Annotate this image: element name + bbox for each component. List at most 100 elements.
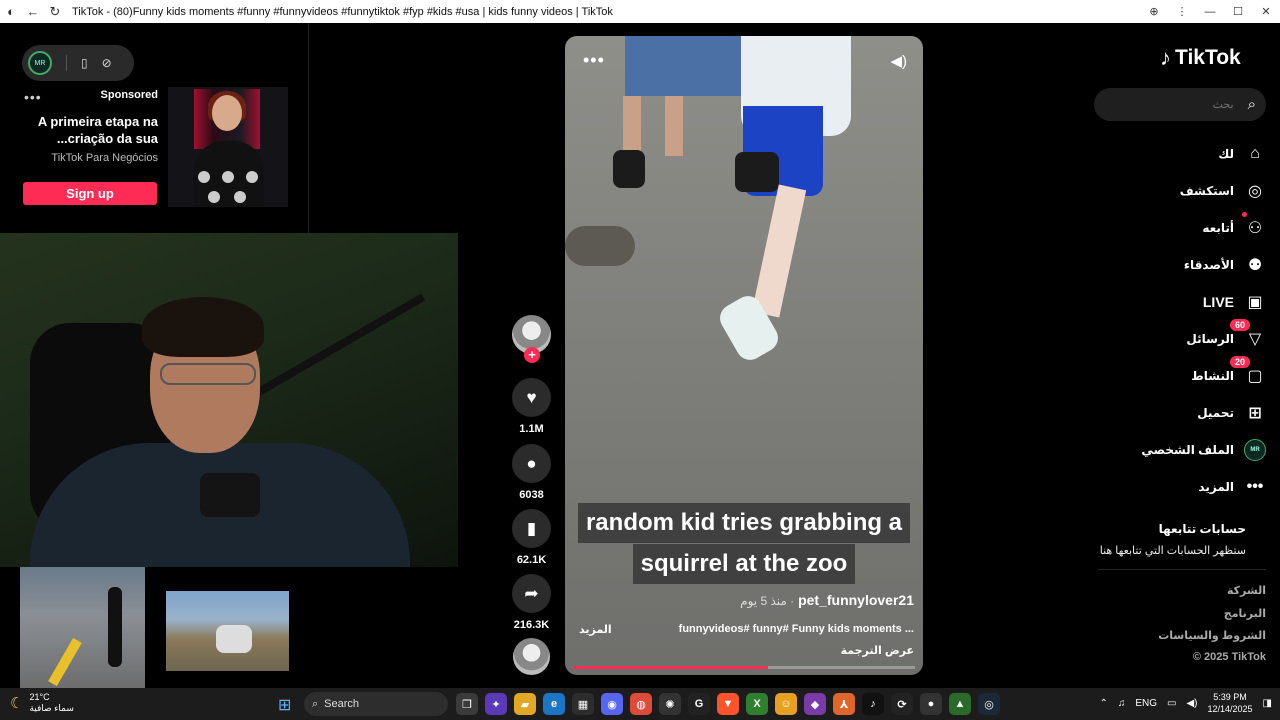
search-input[interactable]	[1113, 98, 1234, 111]
share-action[interactable]: ➦ 216.3K	[512, 574, 551, 631]
app-icon[interactable]: ⅄	[833, 693, 855, 715]
nav-item-messages[interactable]: الرسائل 60 ▽	[1094, 318, 1266, 357]
store-icon[interactable]: ▦	[572, 693, 594, 715]
app-icon[interactable]: ⟳	[891, 693, 913, 715]
follow-plus-icon[interactable]: +	[524, 347, 540, 363]
task-view-icon[interactable]: ❐	[456, 693, 478, 715]
username[interactable]: pet_funnylover21	[798, 592, 914, 608]
network-icon[interactable]: ▭	[1167, 698, 1176, 709]
weather-widget[interactable]: ☾ 21°C سماء صافية	[10, 692, 74, 714]
nav-label: لك	[1218, 146, 1234, 161]
copilot-icon[interactable]: ✦	[485, 693, 507, 715]
notifications-icon[interactable]: ◨	[1263, 698, 1272, 709]
nav-item-explore[interactable]: استكشف ◎	[1094, 172, 1266, 209]
see-translation-link[interactable]: عرض الترجمة	[841, 644, 914, 657]
app-icon[interactable]: ◆	[804, 693, 826, 715]
brand-name: TikTok	[1175, 46, 1241, 69]
nav-item-upload[interactable]: تحميل ⊞	[1094, 394, 1266, 431]
steam-icon[interactable]: ◎	[978, 693, 1000, 715]
friends-icon: ⚉	[1247, 256, 1263, 274]
nvidia-icon[interactable]: ▲	[949, 693, 971, 715]
language-indicator[interactable]: ENG	[1135, 698, 1157, 709]
more-options-icon[interactable]: ⋮	[1168, 0, 1196, 23]
video-player[interactable]: ••• ◀) random kid tries grabbing a squir…	[565, 36, 923, 675]
following-accounts-subtitle: ستظهر الحسابات التي تتابعها هنا	[1099, 545, 1246, 557]
brave-icon[interactable]: ▼	[717, 693, 739, 715]
ad-menu-icon[interactable]: •••	[24, 89, 42, 105]
comment-icon[interactable]: ●	[512, 444, 551, 483]
search-icon: ⌕	[312, 697, 319, 710]
heart-icon[interactable]: ♥	[512, 378, 551, 417]
progress-bar[interactable]	[573, 666, 915, 669]
save-count: 62.1K	[516, 554, 547, 566]
nav-item-friends[interactable]: الأصدقاء ⚉	[1094, 246, 1266, 283]
ad-headline[interactable]: A primeira etapa na ...criação da sua	[20, 113, 158, 147]
chrome-icon[interactable]: ◍	[630, 693, 652, 715]
nav-item-more[interactable]: المزيد •••	[1094, 468, 1266, 505]
app-icon: ◐	[7, 4, 15, 19]
taskbar-search[interactable]: ⌕ Search	[304, 692, 448, 716]
windows-start-icon[interactable]: ⊞	[278, 695, 291, 715]
nav-item-following[interactable]: أتابعه ⚇	[1094, 209, 1266, 246]
footer-terms-link[interactable]: الشروط والسياسات	[1158, 629, 1266, 642]
app-icon[interactable]: ☺	[775, 693, 797, 715]
clock[interactable]: 5:39 PM 12/14/2025	[1208, 691, 1253, 715]
app-icon[interactable]: G	[688, 693, 710, 715]
comment-action[interactable]: ● 6038	[512, 444, 551, 501]
webcam-overlay	[0, 233, 458, 567]
file-explorer-icon[interactable]: ▰	[514, 693, 536, 715]
ad-headline-line: ...criação da sua	[56, 131, 158, 146]
ad-image[interactable]	[168, 87, 288, 207]
compass-icon[interactable]: ⊘	[102, 56, 112, 70]
see-more-link[interactable]: المزيد	[579, 623, 612, 636]
sponsored-label: Sponsored	[100, 89, 158, 101]
sign-up-button[interactable]: Sign up	[23, 182, 157, 205]
reload-icon[interactable]: ↻	[44, 0, 66, 23]
video-time: منذ 5 يوم ·	[740, 594, 795, 608]
maximize-button[interactable]: ☐	[1224, 0, 1252, 23]
tiktok-taskbar-icon[interactable]: ♪	[862, 693, 884, 715]
mini-widget[interactable]: MR ▯ ⊘	[22, 45, 134, 81]
chevron-up-icon[interactable]: ⌃	[1099, 698, 1107, 709]
save-action[interactable]: ▮ 62.1K	[512, 509, 551, 566]
zoom-icon[interactable]: ⊕	[1140, 0, 1168, 23]
nav-item-activity[interactable]: النشاط 20 ▢	[1094, 355, 1266, 394]
openai-icon[interactable]: ✺	[659, 693, 681, 715]
nav-item-live[interactable]: LIVE ▣	[1094, 283, 1266, 320]
nav-item-profile[interactable]: الملف الشخصي MR	[1094, 431, 1266, 468]
caption-line: random kid tries grabbing a	[565, 503, 923, 543]
back-arrow-icon[interactable]: ←	[22, 0, 44, 23]
nav-item-for-you[interactable]: لك ⌂	[1094, 135, 1266, 172]
edge-icon[interactable]: e	[543, 693, 565, 715]
search-icon[interactable]: ⌕	[1248, 96, 1256, 113]
user-follow-icon: ⚇	[1242, 211, 1266, 238]
next-creator-avatar[interactable]	[513, 638, 550, 675]
volume-icon[interactable]: ◀)	[890, 52, 907, 70]
nav-label: LIVE	[1202, 293, 1234, 310]
video-author[interactable]: منذ 5 يوم · pet_funnylover21	[734, 592, 914, 608]
tv-icon: ▣	[1247, 293, 1263, 311]
share-count: 216.3K	[513, 619, 550, 631]
like-action[interactable]: ♥ 1.1M	[512, 378, 551, 435]
excel-icon[interactable]: X	[746, 693, 768, 715]
minimize-button[interactable]: —	[1196, 0, 1224, 23]
send-icon: 60 ▽	[1230, 318, 1266, 349]
search-bar[interactable]: ⌕	[1094, 88, 1266, 121]
widget-avatar[interactable]: MR	[28, 51, 52, 75]
weather-desc: سماء صافية	[29, 703, 74, 713]
volume-icon[interactable]: ◀)	[1186, 698, 1197, 709]
mic-icon[interactable]: ♫	[1118, 698, 1126, 709]
discord-icon[interactable]: ◉	[601, 693, 623, 715]
video-menu-icon[interactable]: •••	[583, 50, 605, 71]
video-thumbnail[interactable]	[20, 567, 145, 688]
tiktok-logo[interactable]: ♪ TikTok	[1160, 45, 1241, 71]
footer-program-link[interactable]: البرنامج	[1224, 607, 1266, 620]
share-icon[interactable]: ➦	[512, 574, 551, 613]
close-button[interactable]: ✕	[1252, 0, 1280, 23]
footer-company-link[interactable]: الشركة	[1227, 584, 1266, 597]
video-thumbnail[interactable]	[166, 591, 289, 671]
app-icon[interactable]: ●	[920, 693, 942, 715]
bookmark-icon[interactable]: ▮	[512, 509, 551, 548]
browser-title-bar: ◐ ← ↻ TikTok - (80)Funny kids moments #f…	[0, 0, 1280, 23]
phone-icon[interactable]: ▯	[81, 56, 88, 70]
